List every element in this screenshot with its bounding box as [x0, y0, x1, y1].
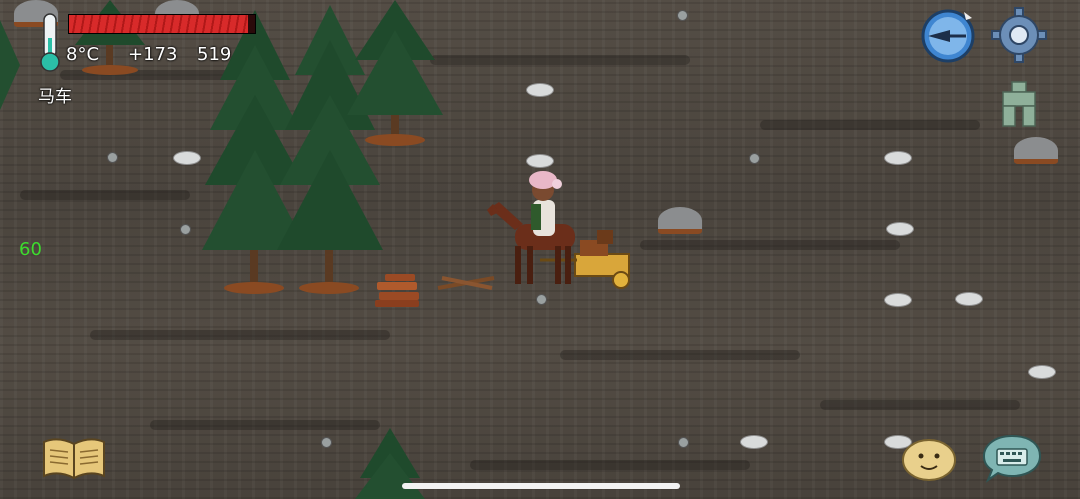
pebble[interactable]: [749, 153, 760, 164]
flint-rock[interactable]: [526, 83, 554, 97]
pebble[interactable]: [536, 294, 547, 305]
boulder[interactable]: [658, 207, 702, 234]
flint-rock[interactable]: [955, 292, 983, 306]
flint-rock[interactable]: [884, 151, 912, 165]
health-bar: [68, 14, 256, 34]
gear-icon[interactable]: [990, 6, 1048, 64]
temperature-readout: 8°C: [66, 44, 100, 65]
pebble[interactable]: [107, 152, 118, 163]
book-icon[interactable]: [40, 436, 108, 482]
pebble[interactable]: [321, 437, 332, 448]
pebble[interactable]: [180, 224, 191, 235]
player-on-horse-cart[interactable]: [485, 168, 640, 290]
flint-rock[interactable]: [740, 435, 768, 449]
potato-face-icon[interactable]: [900, 436, 958, 482]
flint-rock[interactable]: [884, 293, 912, 307]
pine-tree[interactable]: [0, 20, 20, 110]
home-indicator: [402, 483, 680, 489]
boulder[interactable]: [1014, 137, 1058, 164]
pine-tree[interactable]: [345, 0, 445, 150]
flint-rock[interactable]: [526, 154, 554, 168]
flint-rock[interactable]: [173, 151, 201, 165]
flint-rock[interactable]: [1028, 365, 1056, 379]
pebble[interactable]: [678, 437, 689, 448]
firewood-pile[interactable]: [373, 272, 425, 308]
yum-bonus-readout: +173: [128, 44, 178, 65]
pine-tree[interactable]: [70, 0, 150, 78]
family-tree-icon[interactable]: [1000, 80, 1038, 128]
health-bar-fill: [69, 15, 248, 33]
thermometer-icon: [40, 13, 60, 72]
fps-counter: 60: [19, 239, 42, 260]
score-readout: 519: [197, 44, 232, 65]
flint-rock[interactable]: [886, 222, 914, 236]
game-world[interactable]: [0, 0, 1080, 499]
compass-icon[interactable]: [920, 8, 976, 64]
keyboard-chat-icon[interactable]: [982, 432, 1042, 484]
held-item-label: 马车: [38, 87, 72, 107]
pebble[interactable]: [677, 10, 688, 21]
